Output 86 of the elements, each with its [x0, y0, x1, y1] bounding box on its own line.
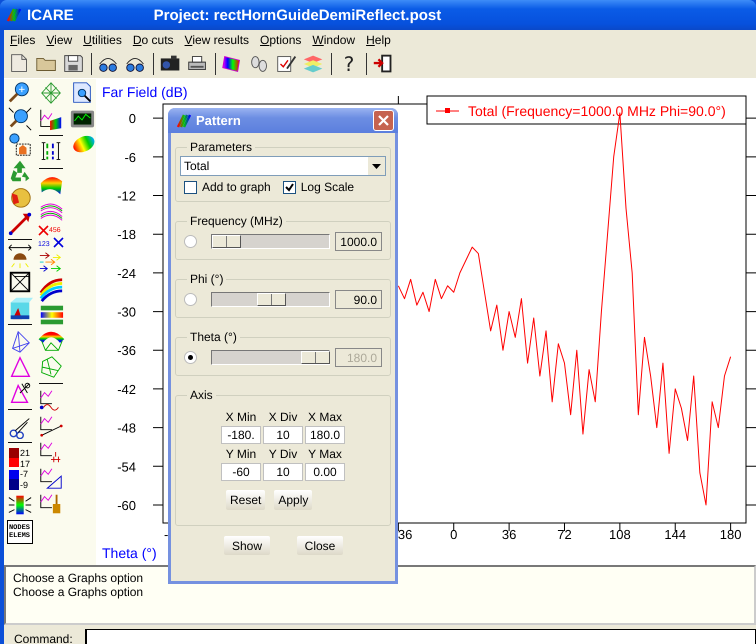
checkbox[interactable] [184, 180, 197, 194]
menu-item[interactable]: Options [256, 32, 306, 46]
menu-item[interactable]: Files [6, 32, 40, 46]
field-label: Y Min [226, 447, 256, 461]
tick-label: -42 [117, 382, 136, 397]
zoom-extents-icon[interactable] [6, 106, 34, 132]
group-label: Theta (°) [189, 330, 238, 344]
tick-label: -60 [117, 498, 136, 513]
app-logo-icon [6, 7, 22, 23]
axis-button[interactable]: Reset [226, 490, 266, 510]
menu-item[interactable]: Do cuts [128, 32, 178, 46]
menu-item[interactable]: Utilities [79, 32, 126, 46]
tick-label: -48 [117, 420, 136, 436]
tick-label: - [164, 527, 168, 542]
radio-button[interactable] [184, 234, 197, 248]
log-message: Choose a Graphs option [13, 585, 144, 599]
app-title: ICARE [27, 6, 74, 24]
close-button[interactable] [373, 110, 394, 131]
chart-legend: Total (Frequency=1000.0 MHz Phi=90.0°) [426, 96, 746, 124]
checkbox-label[interactable]: Add to graph [202, 180, 271, 194]
dialog-button[interactable]: Show [224, 536, 270, 555]
field-label: Y Div [268, 447, 298, 461]
rainbow-arc-icon[interactable] [36, 276, 64, 302]
menu-item[interactable]: View [42, 32, 76, 46]
scale-value: 21 [20, 448, 30, 458]
dropdown[interactable]: Total [180, 156, 386, 176]
input-field[interactable]: 10 [263, 463, 303, 481]
group-label: Phi (°) [189, 272, 224, 286]
tick-label: -54 [117, 459, 136, 474]
value-field[interactable]: 1000.0 [335, 232, 382, 250]
menu-item[interactable]: Window [308, 32, 360, 46]
field-label: X Min [226, 410, 256, 424]
value-field[interactable]: 90.0 [335, 290, 382, 308]
tick-label: 36 [502, 527, 516, 542]
group-label: Frequency (MHz) [189, 214, 284, 228]
y-axis-label: Far Field (dB) [102, 84, 188, 100]
command-input[interactable] [84, 629, 756, 644]
tick-label: -24 [117, 266, 136, 281]
tick-label: -36 [117, 343, 136, 358]
lamp-icon[interactable] [6, 243, 34, 269]
tick-label: 144 [664, 527, 686, 542]
caret-icon [372, 164, 381, 168]
axis-button[interactable]: Apply [274, 490, 312, 510]
input-field[interactable]: -180. [221, 426, 261, 444]
dialog-button[interactable]: Close [297, 536, 343, 555]
help-button[interactable]: ? [336, 52, 362, 76]
app-logo-icon [176, 112, 192, 128]
field-label: Y Max [308, 447, 342, 461]
field-label: X Div [268, 410, 298, 424]
input-field[interactable]: 180.0 [305, 426, 345, 444]
tick-label: 72 [557, 527, 572, 542]
tick-label: 180 [720, 527, 742, 542]
slider-track[interactable] [211, 234, 330, 248]
scale-value: 17 [20, 458, 30, 469]
window-title: Project: rectHornGuideDemiReflect.post [154, 6, 442, 24]
slider-thumb[interactable] [212, 234, 241, 248]
tick-label: -18 [117, 227, 136, 242]
input-field[interactable]: 0.00 [305, 463, 345, 481]
dialog-title: Pattern [196, 113, 241, 128]
log-message: Choose a Graphs option [13, 571, 144, 585]
tick-label: -30 [117, 304, 136, 320]
tick-label: 0 [128, 111, 136, 126]
field-label: X Max [308, 410, 342, 424]
scale-value: -9 [20, 480, 29, 490]
tick-label: -12 [117, 188, 136, 204]
menu-item[interactable]: Help [362, 32, 395, 46]
group-label: Axis [189, 388, 214, 402]
tick-label: 36 [398, 527, 412, 542]
tick-label: 0 [450, 527, 458, 542]
input-field[interactable]: 10 [263, 426, 303, 444]
slider-track[interactable] [211, 350, 330, 364]
x-axis-label: Theta (°) [102, 545, 157, 561]
command-label: Command: [14, 632, 73, 644]
color-scale-icon[interactable] [8, 448, 19, 490]
group-label: Parameters [189, 140, 254, 154]
checkbox-label[interactable]: Log Scale [300, 180, 354, 194]
scale-value: -7 [20, 469, 29, 480]
legend-label: Total (Frequency=1000.0 MHz Phi=90.0°) [468, 103, 726, 119]
input-field[interactable]: -60 [221, 463, 261, 481]
slider-thumb[interactable] [256, 292, 286, 306]
tick-label: -6 [124, 150, 136, 165]
radio-button[interactable] [184, 292, 197, 306]
checkbox[interactable] [282, 180, 296, 194]
slider-track[interactable] [211, 292, 330, 306]
menu-item[interactable]: View results [180, 32, 254, 46]
tick-label: 108 [609, 527, 631, 542]
